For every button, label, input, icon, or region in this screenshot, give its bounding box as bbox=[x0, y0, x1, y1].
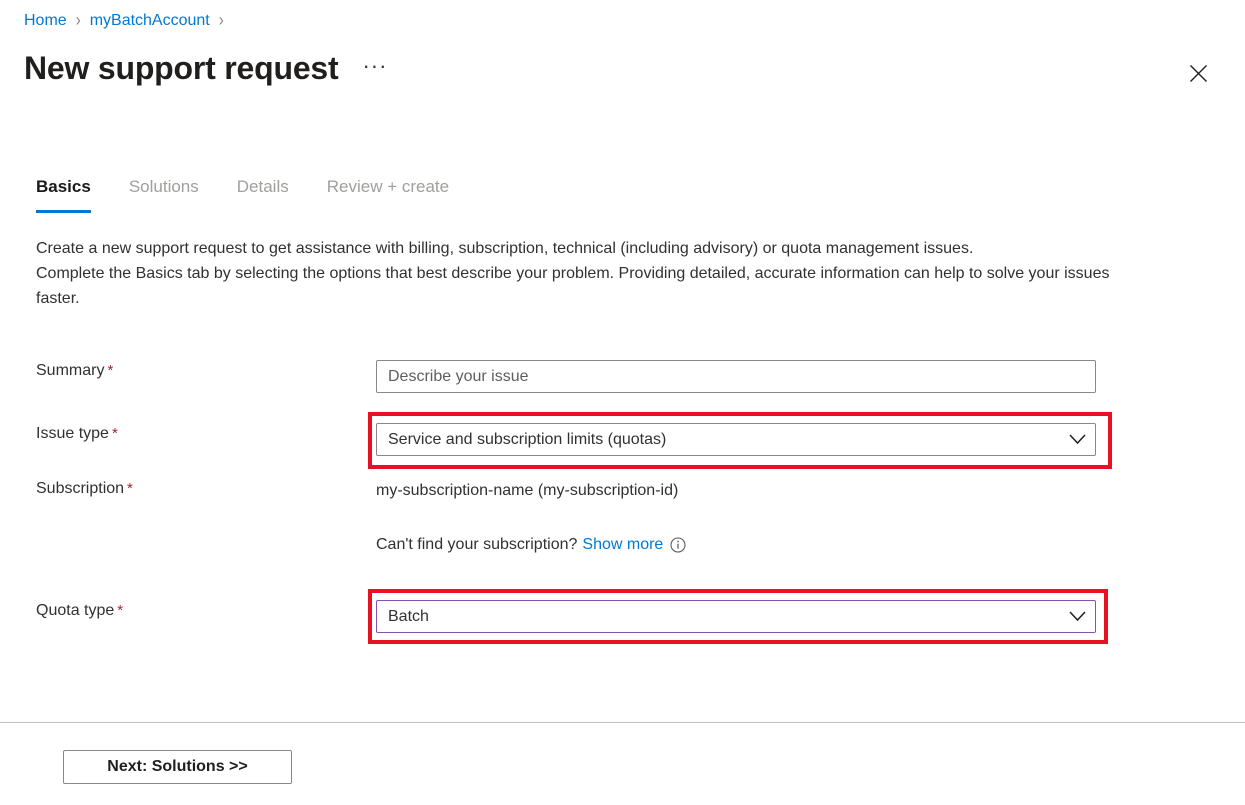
issue-type-label-text: Issue type bbox=[36, 425, 109, 442]
required-marker: * bbox=[107, 362, 113, 379]
breadcrumb: Home › myBatchAccount › bbox=[24, 10, 233, 32]
issue-type-dropdown[interactable]: Service and subscription limits (quotas) bbox=[376, 423, 1096, 456]
subscription-value: my-subscription-name (my-subscription-id… bbox=[376, 478, 1096, 502]
required-marker: * bbox=[117, 602, 123, 619]
subscription-help: Can't find your subscription? Show more bbox=[376, 534, 1096, 556]
subscription-help-control: Can't find your subscription? Show more bbox=[376, 534, 1096, 556]
breadcrumb-item-home[interactable]: Home bbox=[24, 10, 67, 32]
form-row-subscription: Subscription* my-subscription-name (my-s… bbox=[0, 478, 1245, 534]
quota-type-control: Batch bbox=[376, 596, 1096, 633]
summary-label: Summary* bbox=[0, 360, 376, 382]
tab-details[interactable]: Details bbox=[237, 176, 289, 213]
subscription-help-text: Can't find your subscription? bbox=[376, 534, 577, 556]
page-header: New support request ··· bbox=[24, 47, 387, 89]
subscription-label-text: Subscription bbox=[36, 480, 124, 497]
subscription-label: Subscription* bbox=[0, 478, 376, 500]
issue-type-label: Issue type* bbox=[0, 419, 376, 445]
show-more-link[interactable]: Show more bbox=[582, 534, 663, 556]
required-marker: * bbox=[127, 480, 133, 497]
form-row-subscription-help: Can't find your subscription? Show more bbox=[0, 534, 1245, 596]
form-row-issue-type: Issue type* Service and subscription lim… bbox=[0, 419, 1245, 478]
required-marker: * bbox=[112, 425, 118, 442]
chevron-down-icon bbox=[1069, 611, 1086, 622]
description-line-1: Create a new support request to get assi… bbox=[36, 236, 1136, 261]
quota-type-dropdown[interactable]: Batch bbox=[376, 600, 1096, 633]
summary-control bbox=[376, 360, 1096, 393]
tab-review-create[interactable]: Review + create bbox=[327, 176, 449, 213]
breadcrumb-separator-icon: › bbox=[219, 7, 224, 35]
quota-type-label: Quota type* bbox=[0, 596, 376, 622]
summary-input[interactable] bbox=[376, 360, 1096, 393]
issue-type-control: Service and subscription limits (quotas) bbox=[376, 419, 1096, 456]
footer-divider bbox=[0, 722, 1245, 723]
info-circle-icon[interactable] bbox=[670, 537, 686, 553]
more-options-icon[interactable]: ··· bbox=[362, 57, 387, 75]
issue-type-value: Service and subscription limits (quotas) bbox=[388, 431, 666, 449]
chevron-down-icon bbox=[1069, 434, 1086, 445]
page-title: New support request bbox=[24, 47, 338, 89]
form-row-quota-type: Quota type* Batch bbox=[0, 596, 1245, 655]
form-row-summary: Summary* bbox=[0, 360, 1245, 419]
breadcrumb-separator-icon: › bbox=[76, 7, 81, 35]
basics-form: Summary* Issue type* Service and subscri… bbox=[0, 360, 1245, 655]
tab-bar: Basics Solutions Details Review + create bbox=[36, 176, 487, 213]
description-line-2: Complete the Basics tab by selecting the… bbox=[36, 261, 1136, 311]
breadcrumb-item-mybatchaccount[interactable]: myBatchAccount bbox=[90, 10, 210, 32]
summary-label-text: Summary bbox=[36, 362, 104, 379]
quota-type-label-text: Quota type bbox=[36, 602, 114, 619]
next-solutions-button[interactable]: Next: Solutions >> bbox=[63, 750, 292, 784]
page-description: Create a new support request to get assi… bbox=[36, 236, 1136, 311]
tab-basics[interactable]: Basics bbox=[36, 176, 91, 213]
subscription-control: my-subscription-name (my-subscription-id… bbox=[376, 478, 1096, 502]
tab-solutions[interactable]: Solutions bbox=[129, 176, 199, 213]
close-icon[interactable] bbox=[1183, 58, 1213, 88]
quota-type-value: Batch bbox=[388, 608, 429, 626]
